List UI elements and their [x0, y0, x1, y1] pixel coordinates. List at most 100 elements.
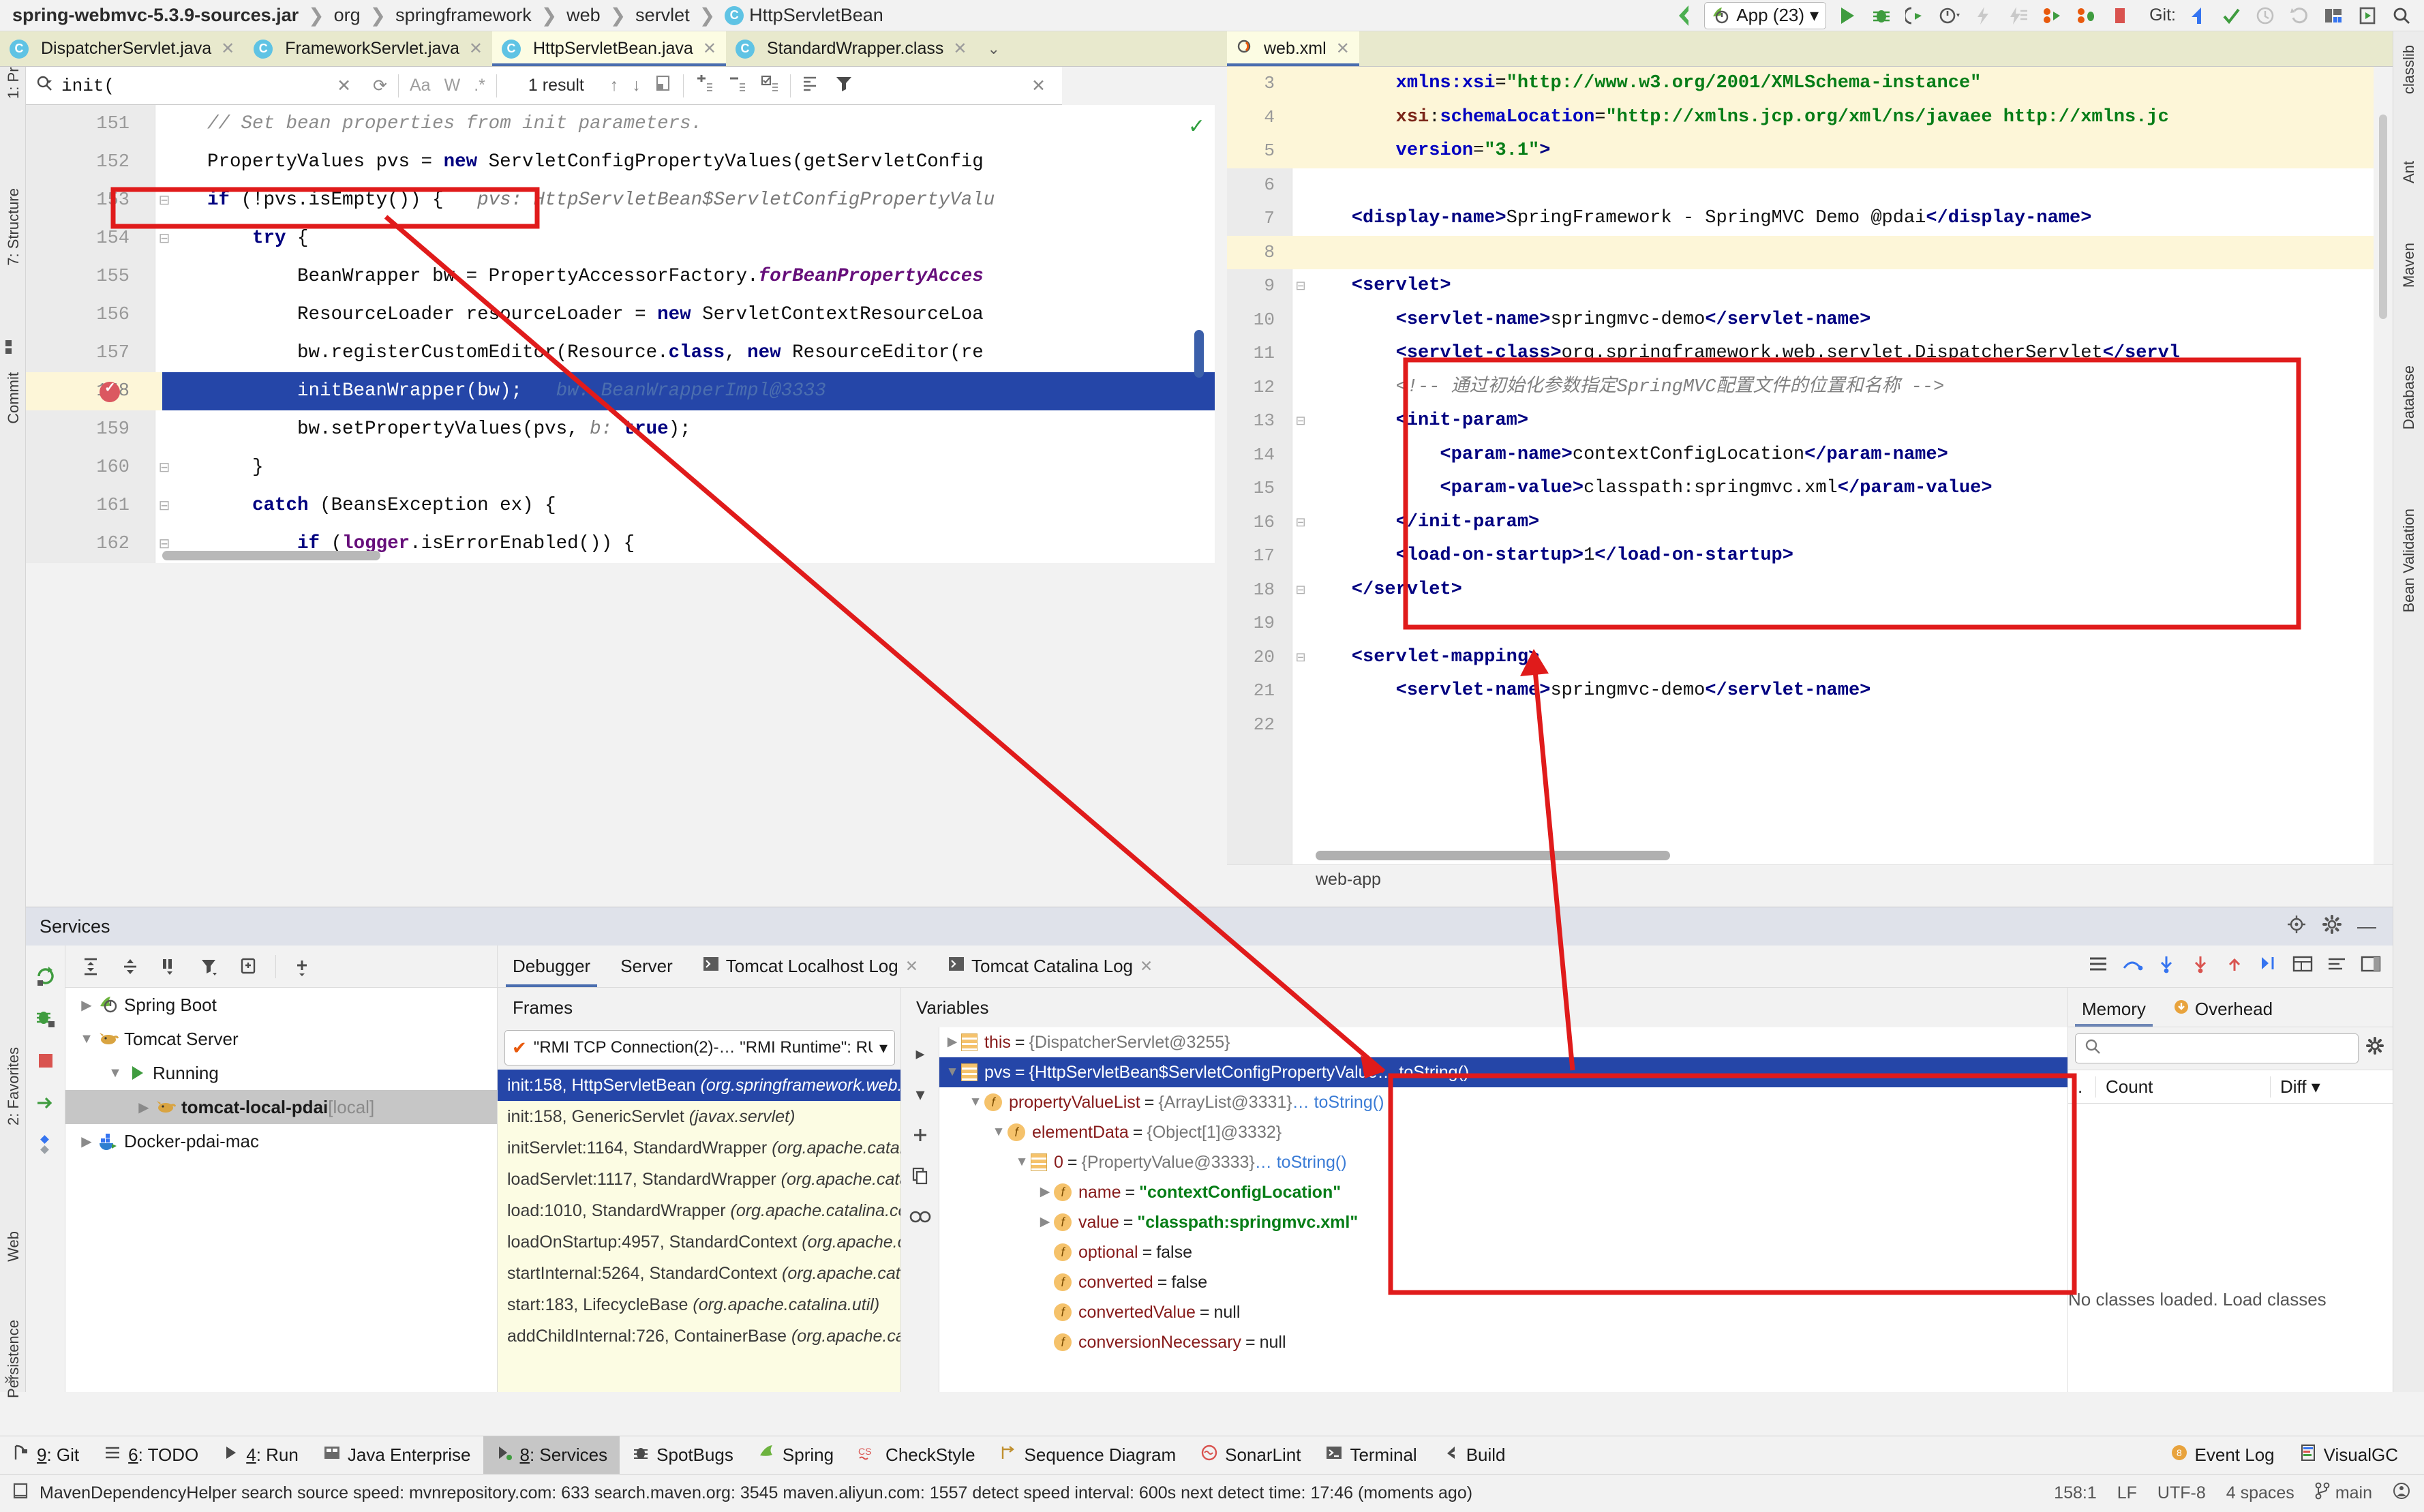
- search-input[interactable]: init(: [61, 76, 322, 96]
- settings-gear-icon[interactable]: [2322, 914, 2342, 939]
- code-line[interactable]: 154⊟ try {: [26, 220, 1215, 258]
- close-icon[interactable]: ✕: [221, 39, 234, 59]
- line-separator[interactable]: LF: [2117, 1483, 2137, 1503]
- memory-search-input[interactable]: [2075, 1033, 2359, 1063]
- coverage-debug-icon[interactable]: [2069, 1, 2103, 30]
- tab-tomcat-catalina-log[interactable]: Tomcat Catalina Log ✕: [933, 946, 1168, 987]
- filter-services-icon[interactable]: [191, 948, 228, 985]
- tool-button-web[interactable]: Web: [5, 1231, 22, 1262]
- search-everywhere-icon[interactable]: [2384, 1, 2419, 30]
- search-field-wrap[interactable]: init( ✕ ⟳: [26, 67, 394, 104]
- collapse-arrow-icon[interactable]: ▼: [990, 1117, 1008, 1147]
- stop-button[interactable]: [2103, 1, 2137, 30]
- collapse-arrow-icon[interactable]: ▼: [1013, 1147, 1031, 1177]
- code-line[interactable]: 11 <servlet-class>org.springframework.we…: [1227, 337, 2393, 371]
- tool-button-favorites[interactable]: 2: Favorites: [5, 1047, 22, 1125]
- git-branch[interactable]: main: [2315, 1482, 2372, 1505]
- project-structure-icon[interactable]: [2316, 1, 2350, 30]
- code-line[interactable]: 8: [1227, 236, 2393, 270]
- coverage-run-icon[interactable]: [2035, 1, 2069, 30]
- frame-row[interactable]: load:1010, StandardWrapper (org.apache.c…: [498, 1195, 900, 1226]
- tostring-link[interactable]: … toString(): [1255, 1147, 1347, 1177]
- next-match-icon[interactable]: ↓: [625, 76, 648, 95]
- frame-row[interactable]: loadOnStartup:4957, StandardContext (org…: [498, 1226, 900, 1258]
- expand-arrow-icon[interactable]: ▶: [134, 1099, 154, 1116]
- memory-settings-gear-icon[interactable]: [2365, 1036, 2386, 1061]
- code-line[interactable]: 157 bw.registerCustomEditor(Resource.cla…: [26, 334, 1215, 372]
- fold-icon[interactable]: ⊟: [1292, 404, 1309, 438]
- stop-service-icon[interactable]: [26, 1040, 65, 1082]
- words-toggle[interactable]: W: [438, 76, 468, 95]
- git-update-icon[interactable]: [2180, 1, 2214, 30]
- frame-row[interactable]: startInternal:5264, StandardContext (org…: [498, 1258, 900, 1289]
- tool-window-button-run[interactable]: 4: Run: [211, 1436, 311, 1474]
- tool-window-button-todo[interactable]: 6: TODO: [91, 1436, 211, 1474]
- memory-empty-message[interactable]: No classes loaded. Load classes: [2068, 1289, 2327, 1310]
- collapse-arrow-icon[interactable]: ▼: [105, 1065, 125, 1081]
- breadcrumb-item-springframework[interactable]: springframework: [395, 5, 532, 26]
- tostring-link[interactable]: … toString(): [1292, 1087, 1384, 1117]
- tab-overhead[interactable]: Overhead: [2160, 999, 2286, 1027]
- match-case-toggle[interactable]: Aa: [403, 76, 438, 95]
- indent-setting[interactable]: 4 spaces: [2226, 1483, 2294, 1503]
- code-line[interactable]: 14 <param-name>contextConfigLocation</pa…: [1227, 438, 2393, 472]
- code-line[interactable]: 4 xsi:schemaLocation="http://xmlns.jcp.o…: [1227, 101, 2393, 135]
- git-commit-icon[interactable]: [2214, 1, 2248, 30]
- fold-icon[interactable]: ⊟: [1292, 573, 1309, 607]
- service-tree-row[interactable]: ▶tomcat-local-pdai [local]: [65, 1090, 497, 1124]
- expand-arrow-icon[interactable]: ▶: [943, 1027, 961, 1057]
- code-line[interactable]: 152 PropertyValues pvs = new ServletConf…: [26, 143, 1215, 181]
- tool-window-button-sonarlint[interactable]: SonarLint: [1188, 1436, 1313, 1474]
- add-service-icon[interactable]: [284, 948, 321, 985]
- close-icon[interactable]: ✕: [469, 39, 483, 59]
- tool-button-commit[interactable]: Commit: [5, 372, 22, 424]
- tab-server[interactable]: Server: [605, 946, 688, 987]
- variable-row[interactable]: ▼0 = {PropertyValue@3333} … toString(): [939, 1147, 2067, 1177]
- export-icon[interactable]: [26, 1082, 65, 1124]
- collapse-node-icon[interactable]: ▾: [901, 1074, 939, 1115]
- variable-row[interactable]: ▶fvalue = "classpath:springmvc.xml": [939, 1207, 2067, 1237]
- tool-window-button-spring[interactable]: Spring: [746, 1436, 846, 1474]
- thread-selector[interactable]: ✔ "RMI TCP Connection(2)-… "RMI Runtime"…: [504, 1030, 895, 1065]
- attach-debugger-icon[interactable]: [1898, 1, 1933, 30]
- tool-window-button-build[interactable]: Build: [1429, 1436, 1518, 1474]
- code-line[interactable]: 151 // Set bean properties from init par…: [26, 105, 1215, 143]
- filter-icon[interactable]: [828, 74, 860, 97]
- tool-button-maven[interactable]: Maven: [2400, 243, 2418, 288]
- search-history-icon[interactable]: ⟳: [366, 76, 394, 96]
- tool-window-button-git[interactable]: 9: Git: [0, 1436, 91, 1474]
- xml-scrollbar-vertical[interactable]: [2379, 115, 2387, 319]
- bookmarks-icon[interactable]: [4, 338, 22, 356]
- close-find-bar-icon[interactable]: ✕: [1025, 76, 1062, 96]
- expand-all-icon[interactable]: [72, 948, 109, 985]
- chevron-down-icon[interactable]: ▾: [1810, 5, 1819, 26]
- tool-window-button-spotbugs[interactable]: SpotBugs: [620, 1436, 746, 1474]
- tool-button-classlib[interactable]: classlib: [2400, 45, 2418, 94]
- code-line[interactable]: 15 <param-value>classpath:springmvc.xml<…: [1227, 472, 2393, 506]
- tool-window-button-eventlog[interactable]: 8Event Log: [2158, 1436, 2287, 1474]
- debug-button[interactable]: [1864, 1, 1898, 30]
- tool-window-button-terminal[interactable]: Terminal: [1313, 1436, 1429, 1474]
- frame-row[interactable]: addChildInternal:726, ContainerBase (org…: [498, 1320, 900, 1352]
- profiler-icon[interactable]: [1933, 1, 1967, 30]
- tool-button-database[interactable]: Database: [2400, 365, 2418, 429]
- code-line[interactable]: 16⊟ </init-param>: [1227, 506, 2393, 540]
- previous-match-icon[interactable]: ↑: [603, 76, 626, 95]
- step-over-icon[interactable]: [2121, 954, 2143, 978]
- close-icon[interactable]: ✕: [1140, 957, 1153, 976]
- tool-button-ant[interactable]: Ant: [2400, 161, 2418, 183]
- variable-row[interactable]: ▶fname = "contextConfigLocation": [939, 1177, 2067, 1207]
- force-step-into-icon[interactable]: [2190, 954, 2211, 978]
- copy-value-icon[interactable]: [901, 1155, 939, 1196]
- xml-code-editor[interactable]: 3 xmlns:xsi="http://www.w3.org/2001/XMLS…: [1227, 67, 2393, 864]
- show-execution-point-icon[interactable]: [2087, 954, 2109, 978]
- editor-scrollbar-horizontal[interactable]: [162, 551, 380, 560]
- code-line[interactable]: 9⊟ <servlet>: [1227, 269, 2393, 303]
- locate-icon[interactable]: [2286, 914, 2307, 939]
- frame-row[interactable]: initServlet:1164, StandardWrapper (org.a…: [498, 1132, 900, 1164]
- variable-row[interactable]: ▼felementData = {Object[1]@3332}: [939, 1117, 2067, 1147]
- caret-position[interactable]: 158:1: [2054, 1483, 2097, 1503]
- close-icon[interactable]: ✕: [703, 39, 716, 59]
- code-line[interactable]: 153⊟ if (!pvs.isEmpty()) { pvs: HttpServ…: [26, 181, 1215, 220]
- add-line-icon[interactable]: [688, 74, 721, 97]
